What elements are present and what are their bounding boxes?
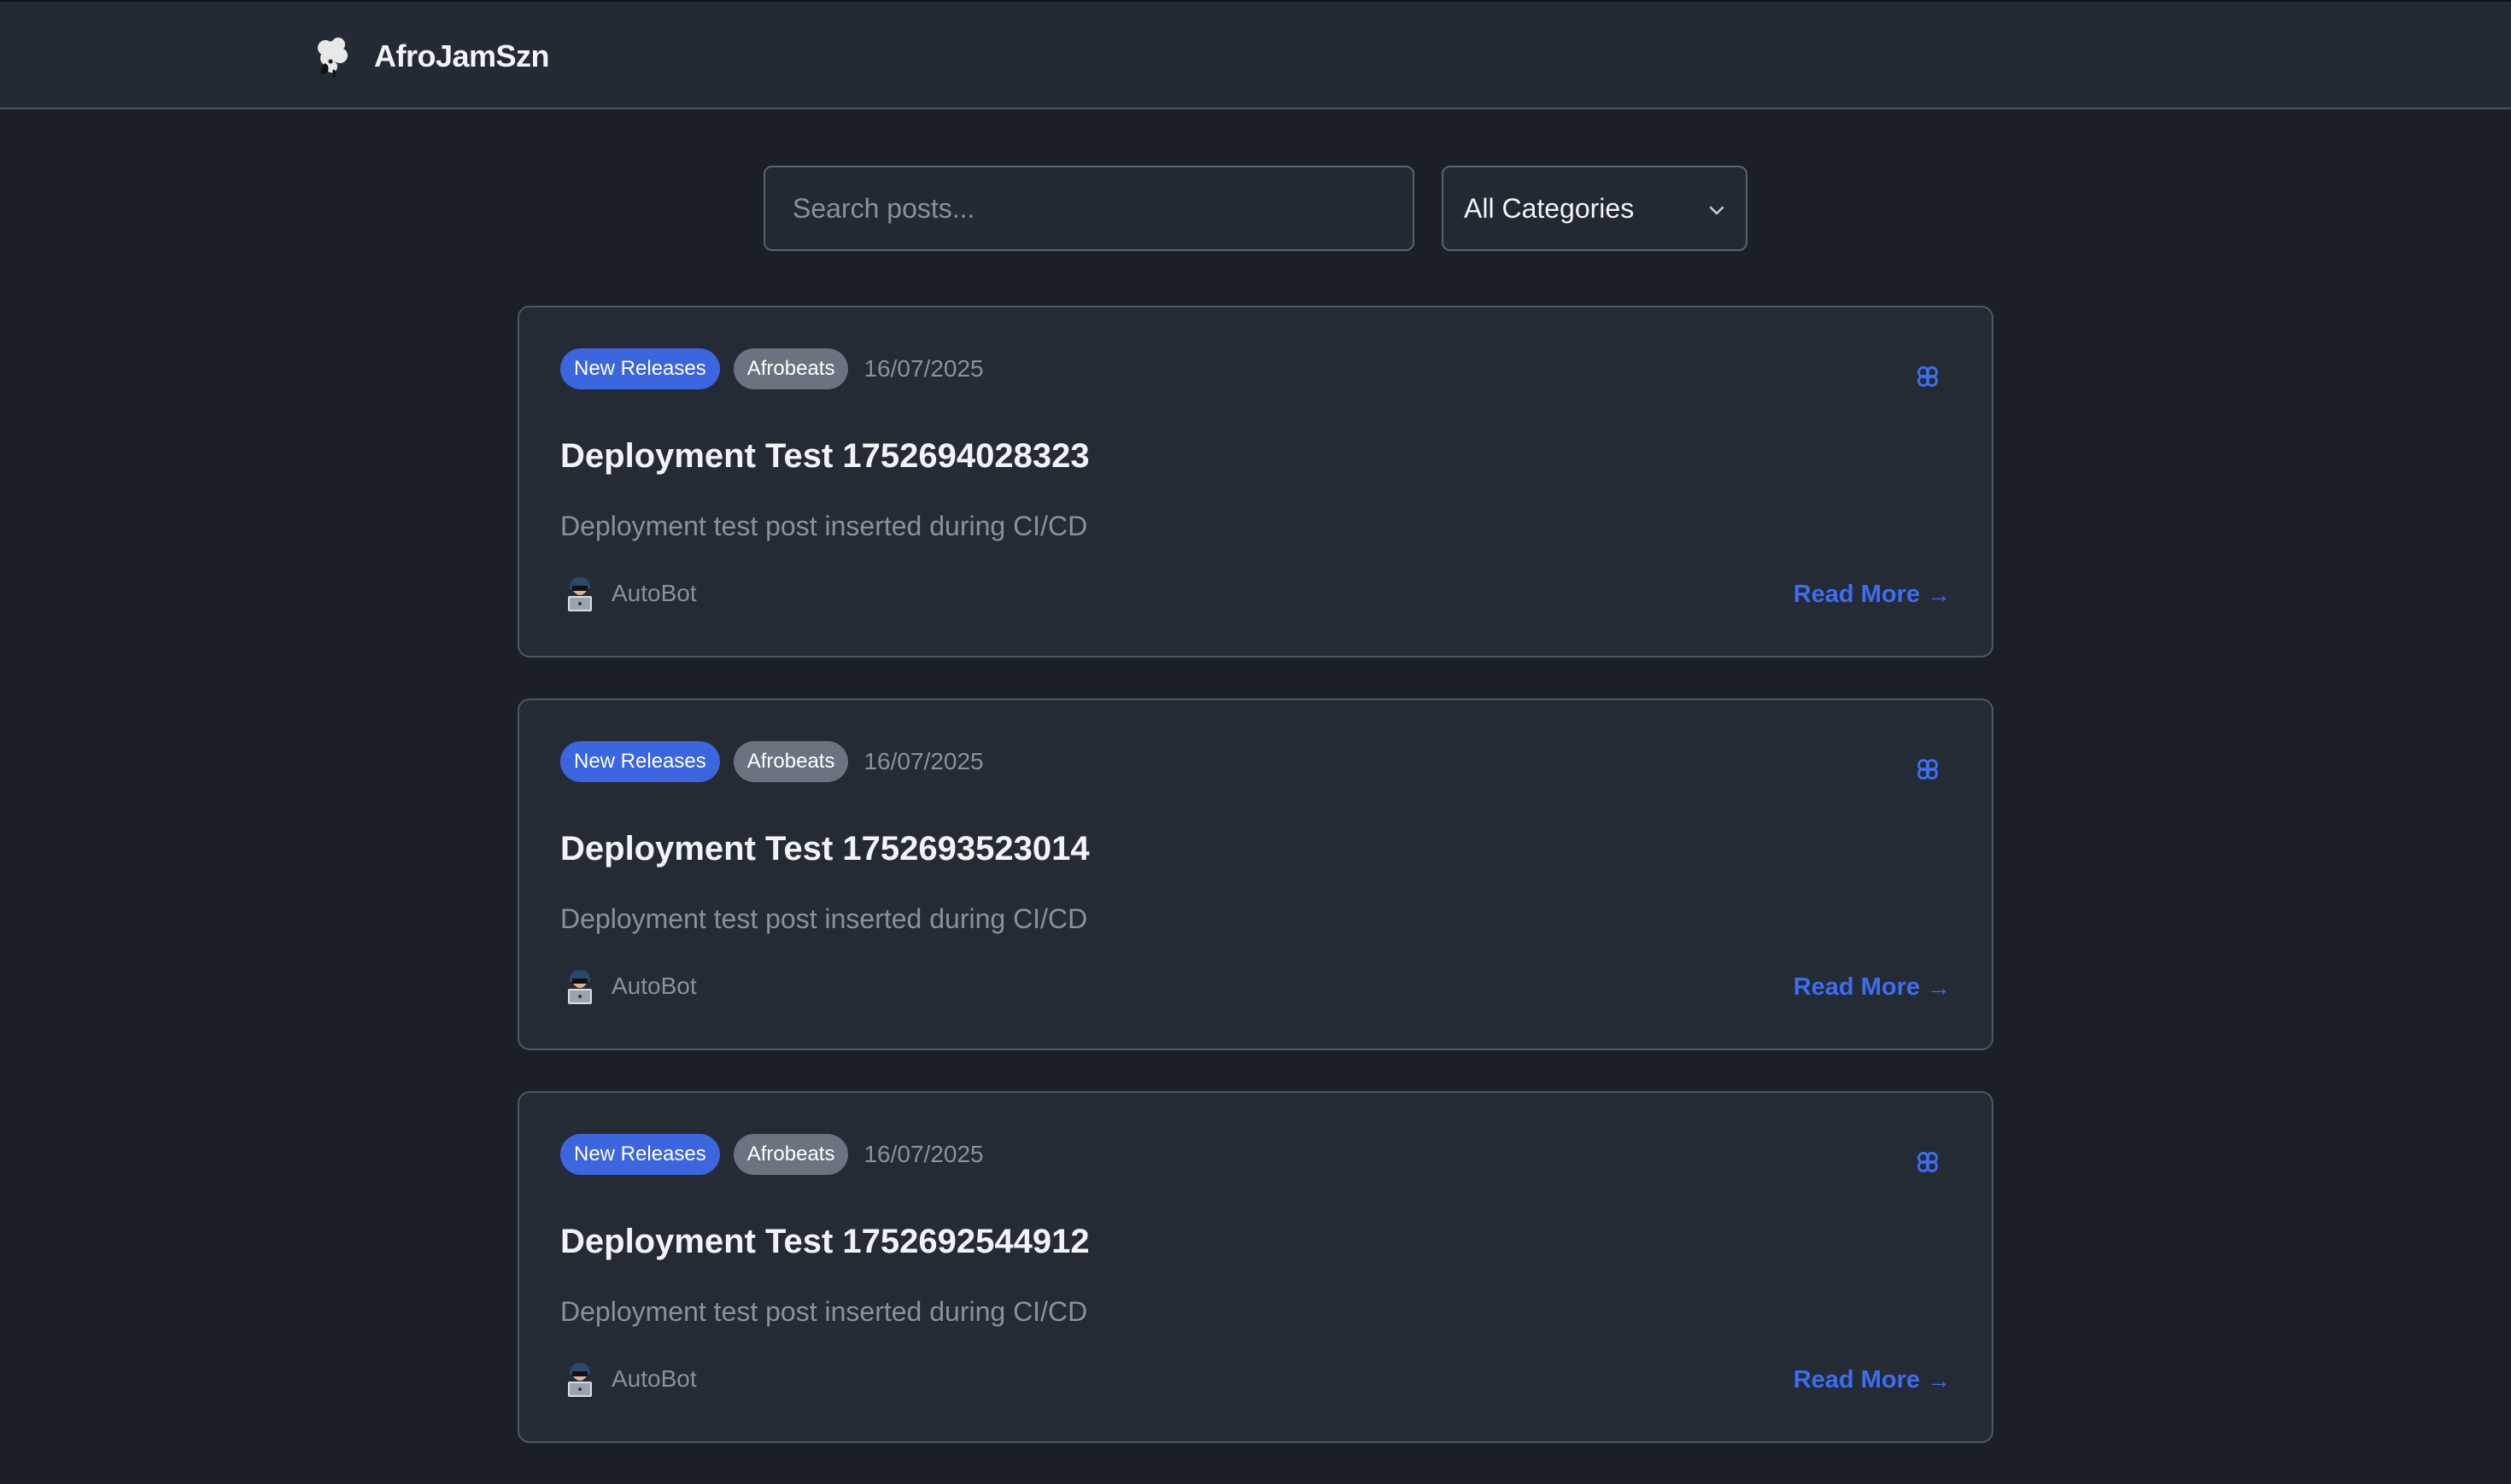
post-meta: New Releases Afrobeats 16/07/2025 (560, 348, 984, 389)
post-author: AutoBot (565, 574, 697, 613)
post-author: AutoBot (565, 967, 697, 1006)
share-icon[interactable] (1915, 1149, 1940, 1175)
post-title[interactable]: Deployment Test 1752693523014 (560, 830, 1090, 868)
post-date: 16/07/2025 (863, 355, 984, 382)
share-icon[interactable] (1915, 757, 1940, 782)
read-more-link[interactable]: Read More → (1794, 1366, 1951, 1394)
post-date: 16/07/2025 (863, 748, 984, 774)
read-more-label: Read More (1793, 973, 1920, 1001)
post-card: New Releases Afrobeats 16/07/2025 Deploy… (518, 306, 1993, 657)
category-badge[interactable]: New Releases (560, 741, 720, 782)
post-list: New Releases Afrobeats 16/07/2025 Deploy… (518, 306, 1993, 1484)
afro-head-icon (318, 38, 348, 79)
read-more-link[interactable]: Read More → (1794, 581, 1951, 609)
brand-link[interactable]: AfroJamSzn (307, 32, 550, 80)
category-badge[interactable]: New Releases (560, 348, 720, 389)
tag-badge[interactable]: Afrobeats (733, 348, 849, 389)
search-input[interactable] (764, 166, 1414, 251)
arrow-right-icon: → (1927, 973, 1951, 1001)
brand-name: AfroJamSzn (374, 38, 550, 73)
post-filters: All Categories (764, 166, 1747, 251)
post-excerpt: Deployment test post inserted during CI/… (560, 903, 1088, 934)
category-badge[interactable]: New Releases (560, 1134, 720, 1175)
tag-badge[interactable]: Afrobeats (733, 741, 849, 782)
post-author: AutoBot (565, 1359, 697, 1399)
post-card: New Releases Afrobeats 16/07/2025 Deploy… (518, 1091, 1993, 1443)
arrow-right-icon: → (1927, 581, 1951, 608)
post-card: New Releases Afrobeats 16/07/2025 Deploy… (518, 698, 1993, 1050)
category-select[interactable]: All Categories (1442, 166, 1747, 251)
post-title[interactable]: Deployment Test 1752694028323 (560, 437, 1090, 476)
top-navbar: AfroJamSzn (0, 0, 2511, 109)
read-more-label: Read More (1793, 581, 1920, 608)
post-date: 16/07/2025 (863, 1141, 984, 1167)
post-meta: New Releases Afrobeats 16/07/2025 (560, 741, 984, 782)
tag-badge[interactable]: Afrobeats (733, 1134, 849, 1175)
hacker-avatar-icon (568, 577, 592, 611)
hacker-avatar-icon (568, 970, 592, 1004)
share-icon[interactable] (1915, 364, 1940, 389)
author-name: AutoBot (612, 1365, 697, 1392)
post-excerpt: Deployment test post inserted during CI/… (560, 511, 1088, 541)
read-more-label: Read More (1793, 1366, 1920, 1393)
read-more-link[interactable]: Read More → (1794, 973, 1951, 1002)
author-name: AutoBot (612, 580, 697, 606)
post-excerpt: Deployment test post inserted during CI/… (560, 1296, 1088, 1327)
category-select-value: All Categories (1464, 192, 1635, 224)
author-name: AutoBot (612, 973, 697, 999)
chevron-down-icon (1709, 206, 1724, 215)
arrow-right-icon: → (1927, 1366, 1951, 1393)
post-title[interactable]: Deployment Test 1752692544912 (560, 1223, 1090, 1261)
hacker-avatar-icon (568, 1363, 592, 1397)
post-meta: New Releases Afrobeats 16/07/2025 (560, 1134, 984, 1175)
